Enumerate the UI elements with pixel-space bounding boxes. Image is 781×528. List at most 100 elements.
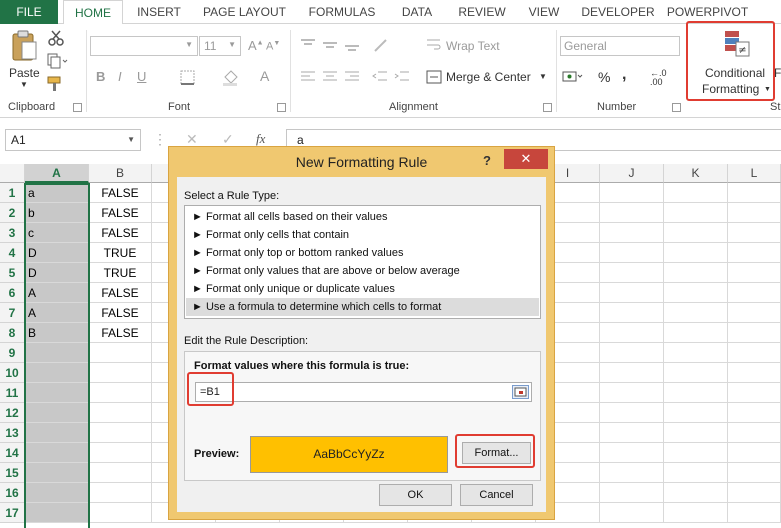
cell[interactable] xyxy=(600,423,664,443)
cell[interactable] xyxy=(89,423,152,443)
cell[interactable] xyxy=(728,243,781,263)
cell[interactable] xyxy=(600,203,664,223)
clipboard-launcher[interactable] xyxy=(73,103,82,112)
row-header[interactable]: 6 xyxy=(0,283,25,303)
cell[interactable]: FALSE xyxy=(89,203,152,223)
tab-review[interactable]: REVIEW xyxy=(451,0,513,24)
grow-font-icon[interactable]: A▲ xyxy=(248,38,264,53)
cell[interactable] xyxy=(664,443,728,463)
align-center-icon[interactable] xyxy=(322,70,338,84)
rule-type-item-selected[interactable]: ► Use a formula to determine which cells… xyxy=(186,298,539,316)
fill-color-icon[interactable] xyxy=(222,68,240,86)
cell[interactable] xyxy=(664,303,728,323)
comma-style-button[interactable]: , xyxy=(622,66,626,84)
cell[interactable] xyxy=(600,463,664,483)
tab-page-layout[interactable]: PAGE LAYOUT xyxy=(197,0,292,24)
font-launcher[interactable] xyxy=(277,103,286,112)
cell[interactable] xyxy=(664,223,728,243)
row-header[interactable]: 7 xyxy=(0,303,25,323)
cell[interactable] xyxy=(664,343,728,363)
cell[interactable] xyxy=(664,283,728,303)
cell[interactable] xyxy=(728,463,781,483)
row-header[interactable]: 12 xyxy=(0,403,25,423)
rule-type-item[interactable]: ► Format only unique or duplicate values xyxy=(186,280,539,298)
format-painter-icon[interactable] xyxy=(47,76,65,92)
tab-formulas[interactable]: FORMULAS xyxy=(301,0,383,24)
percent-style-button[interactable]: % xyxy=(598,69,610,85)
cell[interactable] xyxy=(600,263,664,283)
cell[interactable] xyxy=(728,223,781,243)
font-size-combo[interactable]: 11 ▼ xyxy=(199,36,241,56)
row-header[interactable]: 15 xyxy=(0,463,25,483)
align-bottom-icon[interactable] xyxy=(344,38,360,52)
cell[interactable] xyxy=(728,443,781,463)
cell[interactable] xyxy=(664,203,728,223)
cell[interactable] xyxy=(664,363,728,383)
name-box[interactable]: A1 ▼ xyxy=(5,129,141,151)
cell[interactable] xyxy=(600,283,664,303)
cell[interactable] xyxy=(728,383,781,403)
bold-button[interactable]: B xyxy=(96,69,105,84)
cell[interactable] xyxy=(89,363,152,383)
cell[interactable]: FALSE xyxy=(89,283,152,303)
tab-data[interactable]: DATA xyxy=(392,0,442,24)
cell[interactable] xyxy=(600,363,664,383)
alignment-launcher[interactable] xyxy=(543,103,552,112)
cell[interactable] xyxy=(600,503,664,523)
select-all-corner[interactable] xyxy=(0,164,25,183)
cell[interactable] xyxy=(664,383,728,403)
copy-icon[interactable] xyxy=(46,53,68,69)
cell[interactable] xyxy=(728,303,781,323)
cell[interactable]: FALSE xyxy=(89,183,152,203)
insert-function-icon[interactable]: fx xyxy=(256,131,265,147)
cell[interactable] xyxy=(728,203,781,223)
row-header[interactable]: 10 xyxy=(0,363,25,383)
cell[interactable] xyxy=(728,403,781,423)
rule-type-item[interactable]: ► Format only values that are above or b… xyxy=(186,262,539,280)
cell[interactable] xyxy=(600,303,664,323)
cell[interactable] xyxy=(89,463,152,483)
font-name-combo[interactable]: ▼ xyxy=(90,36,198,56)
align-top-icon[interactable] xyxy=(300,38,316,52)
cell[interactable] xyxy=(600,183,664,203)
column-header-a[interactable]: A xyxy=(25,164,89,183)
tab-home[interactable]: HOME xyxy=(63,0,123,25)
cell[interactable] xyxy=(89,343,152,363)
align-right-icon[interactable] xyxy=(344,70,360,84)
format-as-table-partial-label[interactable]: F xyxy=(774,66,781,80)
cell[interactable] xyxy=(664,183,728,203)
cell[interactable]: TRUE xyxy=(89,263,152,283)
cell[interactable]: FALSE xyxy=(89,323,152,343)
row-header[interactable]: 1 xyxy=(0,183,25,203)
tab-developer[interactable]: DEVELOPER xyxy=(578,0,658,24)
cell[interactable] xyxy=(728,483,781,503)
cell[interactable] xyxy=(664,423,728,443)
cell[interactable] xyxy=(600,343,664,363)
cell[interactable] xyxy=(600,243,664,263)
row-header[interactable]: 2 xyxy=(0,203,25,223)
paste-button[interactable]: Paste ▼ xyxy=(6,30,44,90)
font-color-icon[interactable]: A xyxy=(260,68,269,84)
cell[interactable] xyxy=(600,223,664,243)
borders-icon[interactable] xyxy=(180,70,196,86)
row-header[interactable]: 11 xyxy=(0,383,25,403)
rule-type-list[interactable]: ► Format all cells based on their values… xyxy=(184,205,541,319)
row-header[interactable]: 13 xyxy=(0,423,25,443)
shrink-font-icon[interactable]: A▼ xyxy=(266,40,280,53)
align-left-icon[interactable] xyxy=(300,70,316,84)
cell[interactable] xyxy=(600,483,664,503)
cell[interactable] xyxy=(89,383,152,403)
cell[interactable] xyxy=(664,483,728,503)
number-format-combo[interactable]: General xyxy=(560,36,680,56)
cell[interactable] xyxy=(728,423,781,443)
column-header-k[interactable]: K xyxy=(664,164,728,183)
close-button[interactable]: ✕ xyxy=(504,149,548,169)
decrease-indent-icon[interactable] xyxy=(372,70,388,84)
row-header[interactable]: 4 xyxy=(0,243,25,263)
cell[interactable] xyxy=(728,263,781,283)
cell[interactable] xyxy=(728,363,781,383)
cancel-button[interactable]: Cancel xyxy=(460,484,533,506)
cell[interactable] xyxy=(728,323,781,343)
column-header-j[interactable]: J xyxy=(600,164,664,183)
cut-icon[interactable] xyxy=(48,30,64,46)
